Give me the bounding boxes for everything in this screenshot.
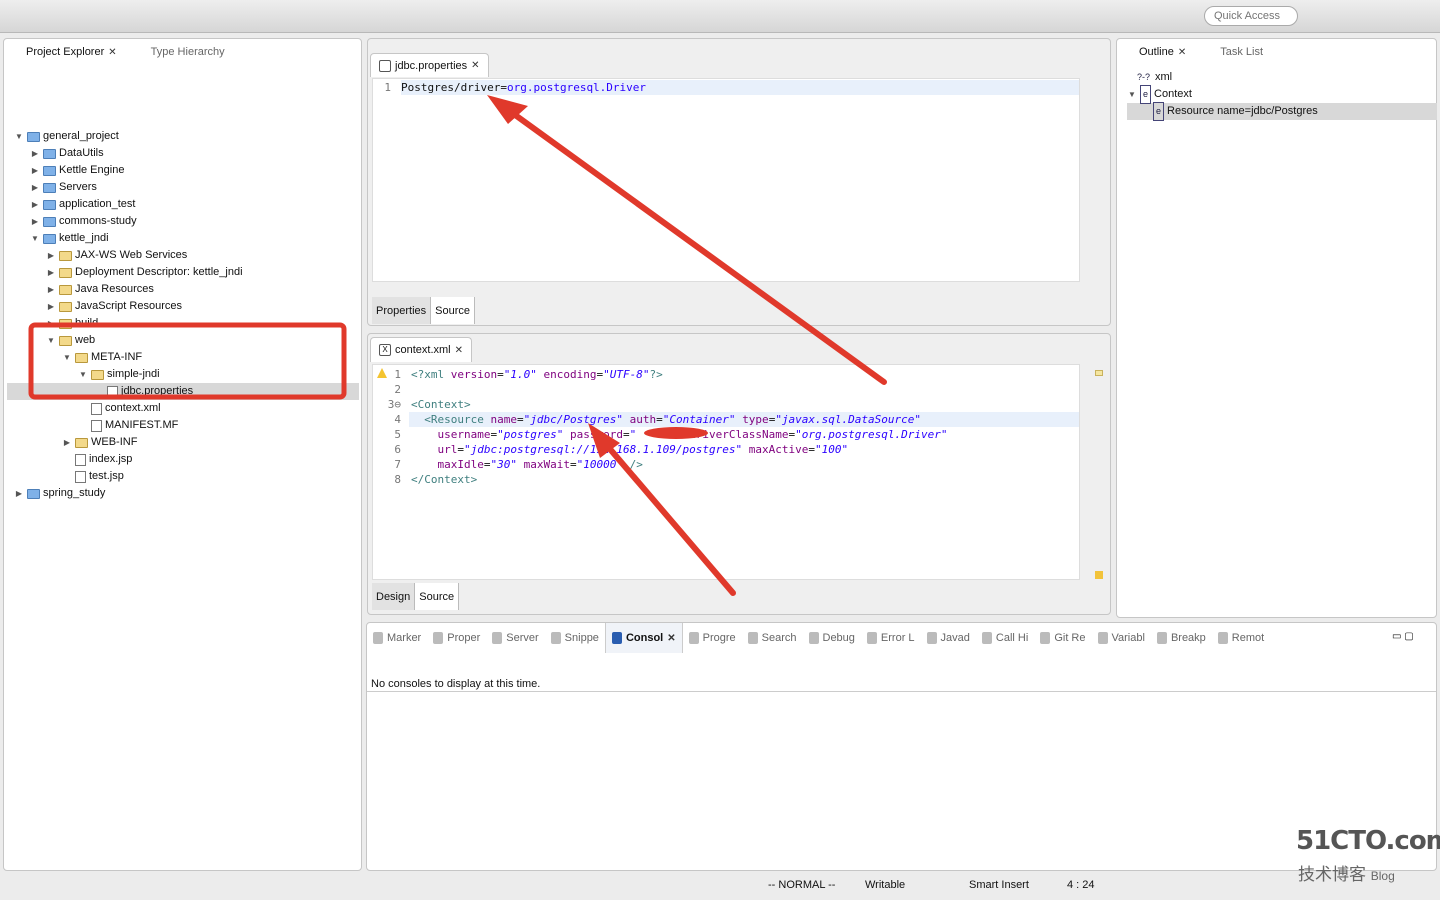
arrow-to-properties [497,101,887,385]
highlight-rectangle [28,322,347,400]
annotation-overlay [28,95,887,596]
password-redaction [644,427,708,439]
arrow-to-resource [595,432,736,596]
